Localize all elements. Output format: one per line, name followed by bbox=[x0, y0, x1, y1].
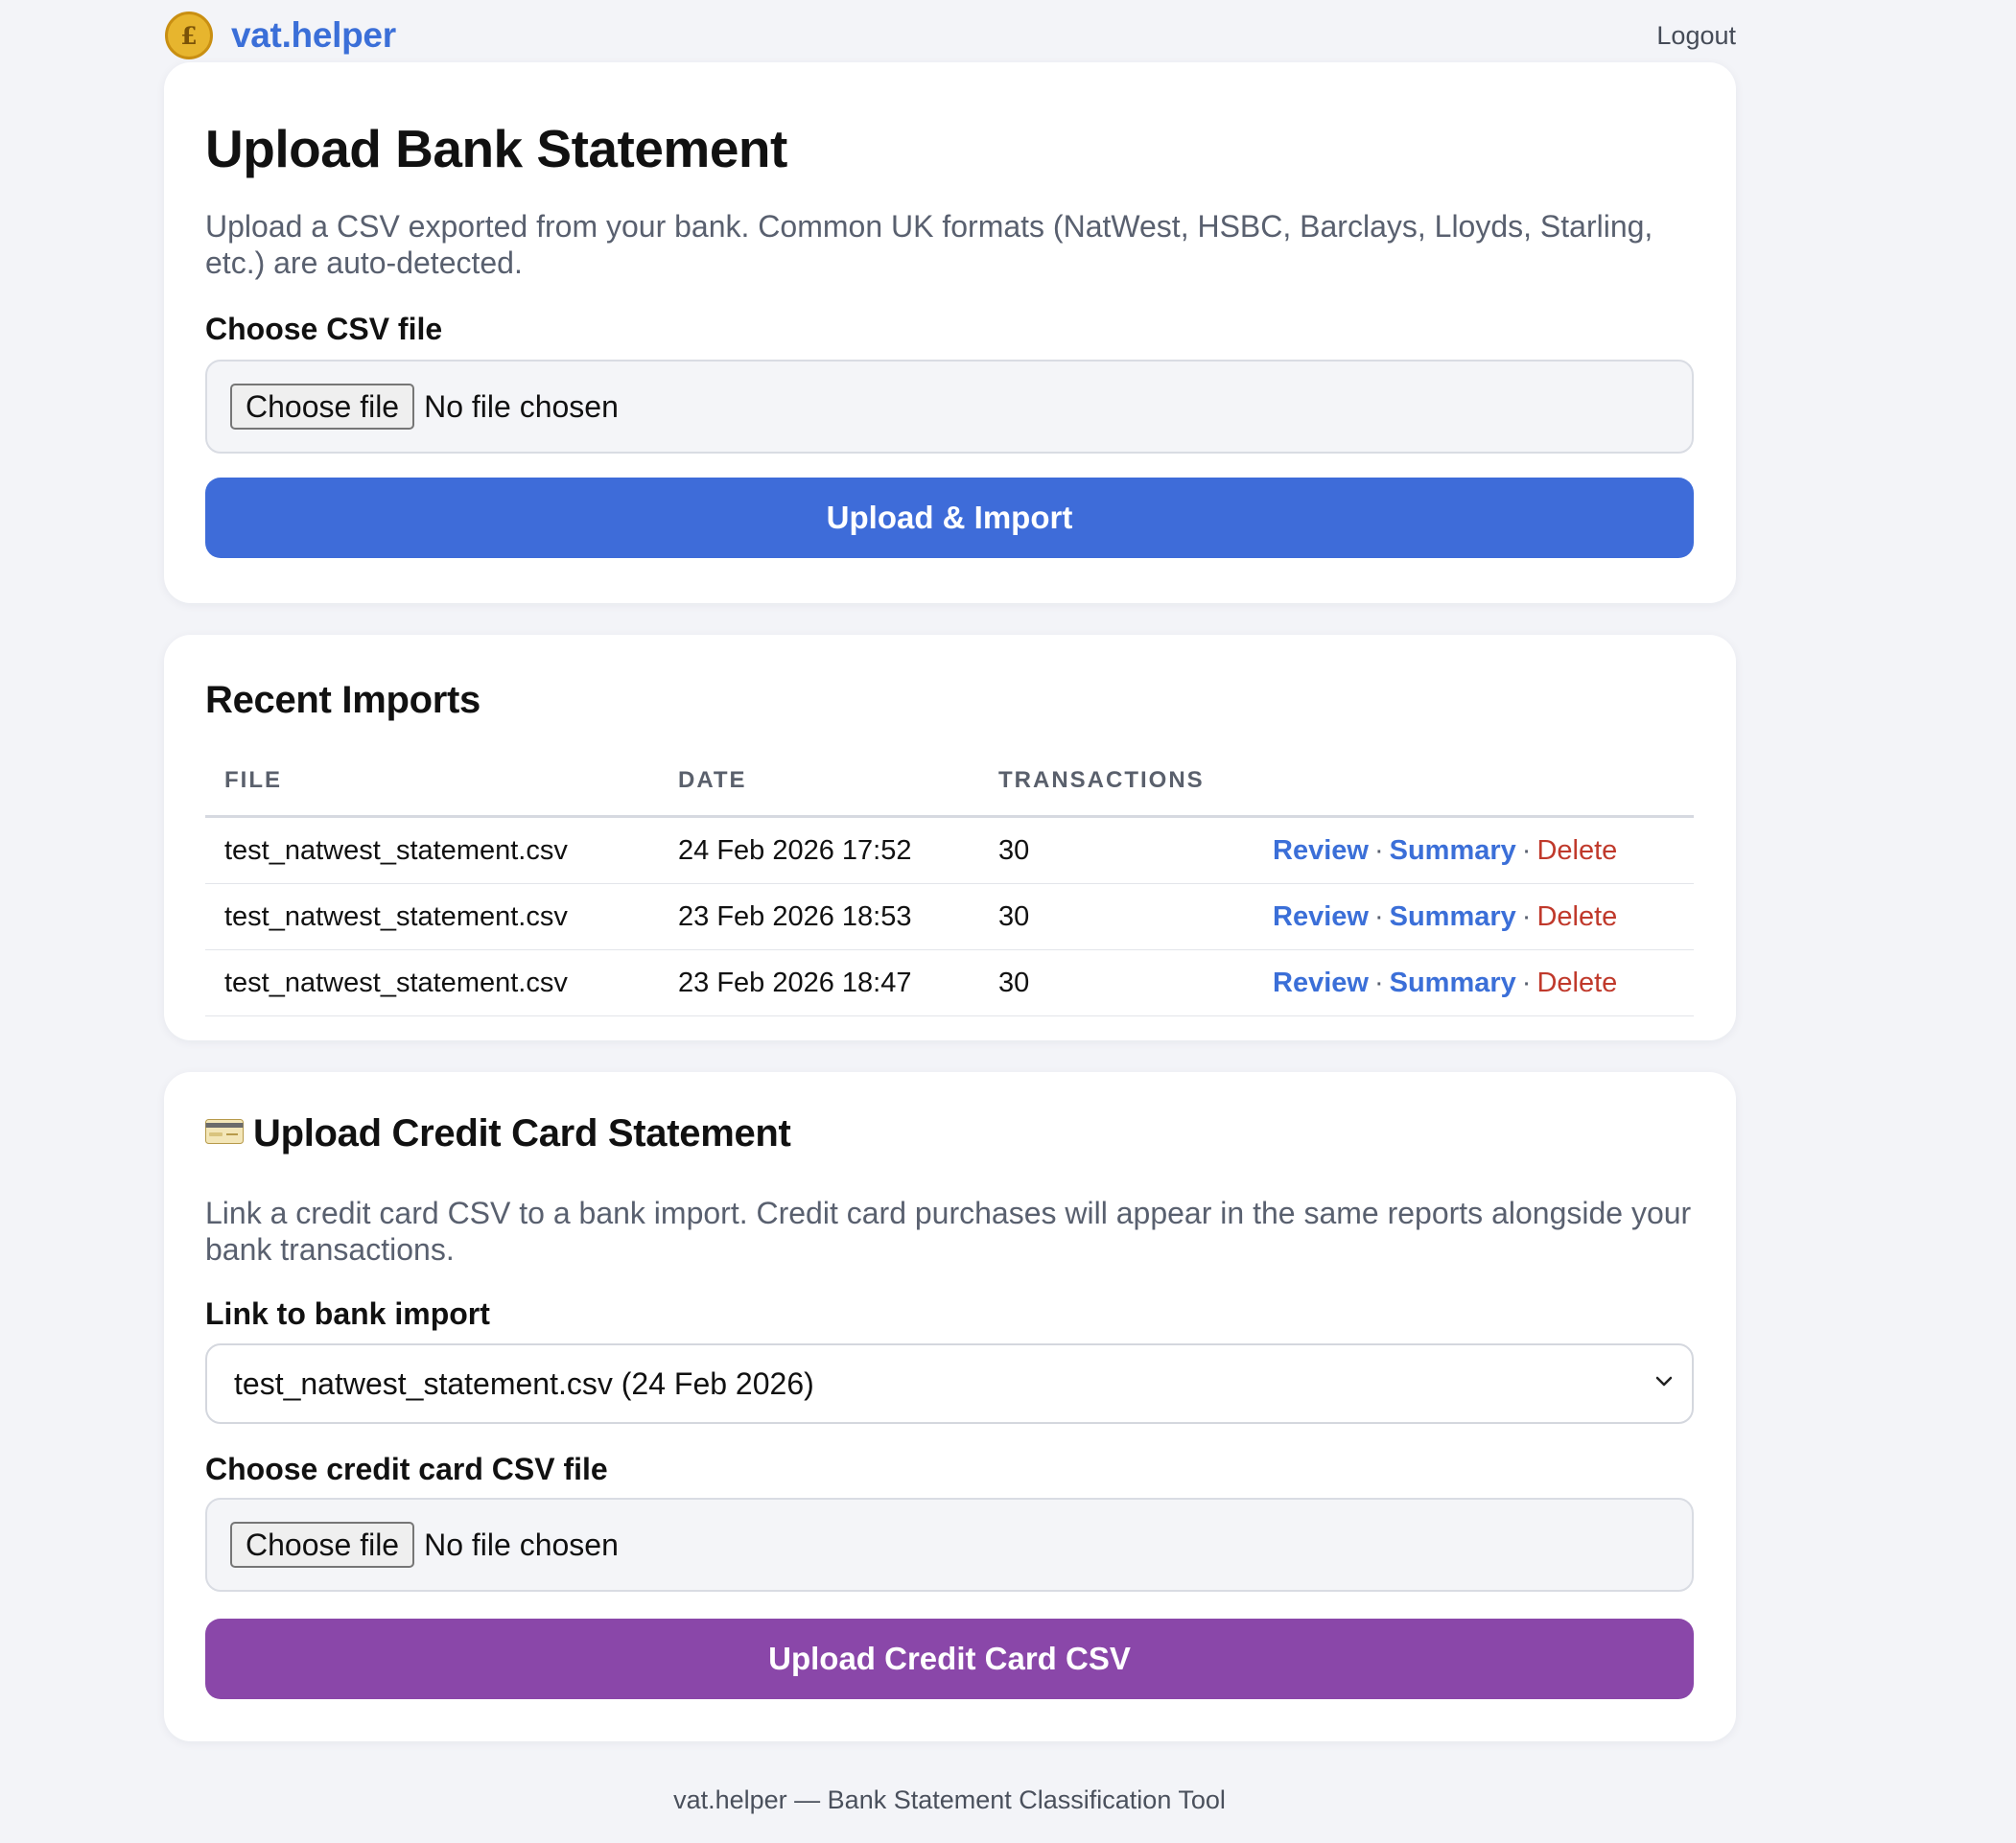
bank-upload-description: Upload a CSV exported from your bank. Co… bbox=[205, 209, 1653, 280]
review-link[interactable]: Review bbox=[1273, 835, 1369, 866]
action-separator: · bbox=[1373, 967, 1384, 998]
import-date: 23 Feb 2026 18:47 bbox=[659, 949, 979, 1016]
credit-card-icon bbox=[205, 1119, 244, 1145]
choose-file-button[interactable]: Choose file bbox=[230, 384, 415, 430]
recent-imports-card: Recent Imports FILE DATE TRANSACTIONS te… bbox=[164, 635, 1736, 1040]
action-separator: · bbox=[1521, 967, 1532, 998]
review-link[interactable]: Review bbox=[1273, 901, 1369, 932]
no-file-text: No file chosen bbox=[424, 1527, 619, 1562]
credit-upload-content: Upload Credit Card Statement Link a cred… bbox=[205, 1072, 1694, 1741]
action-separator: · bbox=[1373, 900, 1384, 932]
top-bar: £ vat.helper Logout bbox=[165, 0, 1736, 61]
column-header-file: FILE bbox=[205, 746, 659, 818]
table-row: test_natwest_statement.csv 24 Feb 2026 1… bbox=[205, 816, 1694, 884]
recent-imports-title: Recent Imports bbox=[205, 679, 481, 721]
selected-import-value: test_natwest_statement.csv (24 Feb 2026) bbox=[234, 1365, 814, 1401]
import-transactions: 30 bbox=[979, 949, 1254, 1016]
import-transactions: 30 bbox=[979, 816, 1254, 884]
import-actions: Review · Summary · Delete bbox=[1254, 883, 1694, 950]
column-header-actions bbox=[1254, 746, 1694, 818]
bank-upload-card: Upload Bank Statement Upload a CSV expor… bbox=[164, 62, 1736, 603]
summary-link[interactable]: Summary bbox=[1390, 968, 1516, 998]
page-title: Upload Bank Statement bbox=[205, 119, 787, 178]
action-separator: · bbox=[1521, 834, 1532, 866]
chevron-down-icon bbox=[1655, 1376, 1673, 1387]
upload-import-button[interactable]: Upload & Import bbox=[205, 478, 1694, 558]
credit-upload-title: Upload Credit Card Statement bbox=[253, 1112, 791, 1155]
column-header-transactions: TRANSACTIONS bbox=[979, 746, 1254, 818]
import-file: test_natwest_statement.csv bbox=[205, 883, 659, 950]
credit-upload-card: Upload Credit Card Statement Link a cred… bbox=[164, 1072, 1736, 1741]
imports-table: FILE DATE TRANSACTIONS test_natwest_stat… bbox=[205, 746, 1694, 1016]
action-separator: · bbox=[1373, 834, 1384, 866]
footer-text: vat.helper — Bank Statement Classificati… bbox=[673, 1785, 1226, 1814]
column-header-date: DATE bbox=[659, 746, 979, 818]
brand[interactable]: £ vat.helper bbox=[165, 12, 396, 59]
choose-credit-csv-label: Choose credit card CSV file bbox=[205, 1452, 608, 1486]
csv-file-input[interactable]: Choose file No file chosen bbox=[205, 360, 1694, 454]
credit-upload-title-wrap: Upload Credit Card Statement bbox=[205, 1112, 791, 1155]
table-row: test_natwest_statement.csv 23 Feb 2026 1… bbox=[205, 949, 1694, 1016]
review-link[interactable]: Review bbox=[1273, 968, 1369, 998]
link-import-select[interactable]: test_natwest_statement.csv (24 Feb 2026) bbox=[205, 1343, 1694, 1424]
import-actions: Review · Summary · Delete bbox=[1254, 949, 1694, 1016]
delete-link[interactable]: Delete bbox=[1536, 968, 1617, 998]
import-transactions: 30 bbox=[979, 883, 1254, 950]
credit-upload-description: Link a credit card CSV to a bank import.… bbox=[205, 1196, 1692, 1267]
summary-link[interactable]: Summary bbox=[1390, 901, 1516, 932]
table-header-row: FILE DATE TRANSACTIONS bbox=[205, 746, 1694, 818]
import-file: test_natwest_statement.csv bbox=[205, 816, 659, 884]
import-file: test_natwest_statement.csv bbox=[205, 949, 659, 1016]
delete-link[interactable]: Delete bbox=[1536, 835, 1617, 866]
logout-link[interactable]: Logout bbox=[1656, 21, 1736, 51]
action-separator: · bbox=[1521, 900, 1532, 932]
import-date: 23 Feb 2026 18:53 bbox=[659, 883, 979, 950]
choose-file-button[interactable]: Choose file bbox=[230, 1522, 415, 1568]
brand-name[interactable]: vat.helper bbox=[231, 15, 396, 56]
import-date: 24 Feb 2026 17:52 bbox=[659, 816, 979, 884]
credit-csv-file-input[interactable]: Choose file No file chosen bbox=[205, 1498, 1694, 1592]
upload-credit-card-button[interactable]: Upload Credit Card CSV bbox=[205, 1619, 1694, 1699]
link-import-label: Link to bank import bbox=[205, 1296, 490, 1331]
pound-coin-icon: £ bbox=[165, 12, 213, 59]
no-file-text: No file chosen bbox=[424, 388, 619, 424]
import-actions: Review · Summary · Delete bbox=[1254, 816, 1694, 884]
recent-imports-content: Recent Imports FILE DATE TRANSACTIONS te… bbox=[205, 635, 1694, 1040]
delete-link[interactable]: Delete bbox=[1536, 901, 1617, 932]
choose-csv-label: Choose CSV file bbox=[205, 312, 443, 346]
table-row: test_natwest_statement.csv 23 Feb 2026 1… bbox=[205, 883, 1694, 950]
summary-link[interactable]: Summary bbox=[1390, 835, 1516, 866]
bank-upload-content: Upload Bank Statement Upload a CSV expor… bbox=[205, 62, 1694, 603]
